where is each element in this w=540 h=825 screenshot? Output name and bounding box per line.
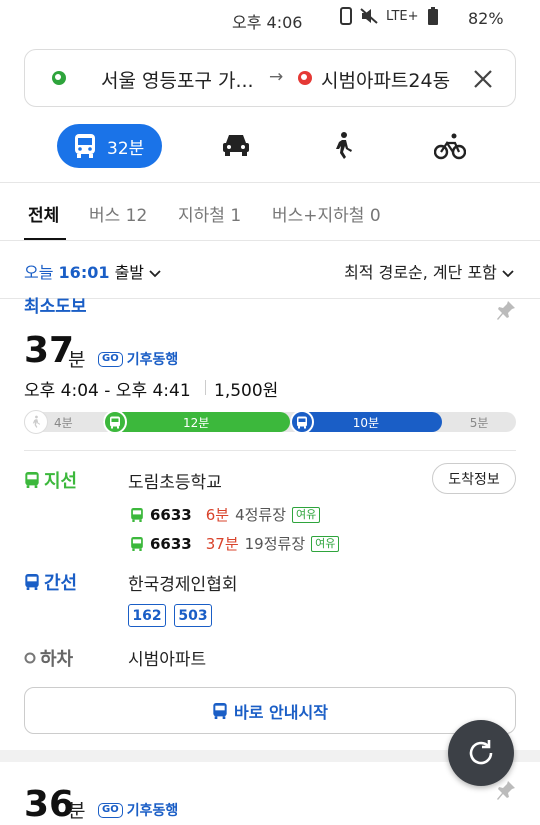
status-icons: LTE+ [340,7,439,25]
go-icon: GO [98,351,123,367]
stage-branch-label: 지선 [44,471,78,492]
start-guidance-button[interactable]: 바로 안내시작 [24,687,516,734]
walk-icon [24,410,48,434]
battery-percent: 82% [468,9,504,28]
route-duration: 37 [24,330,75,371]
status-time: 오후 4:06 [232,13,303,32]
bus-number: 6633 [150,534,192,553]
network-label: LTE+ [386,8,419,24]
mute-icon [360,8,378,24]
start-guidance-label: 바로 안내시작 [234,702,328,722]
stage-trunk-label: 간선 [44,573,78,594]
walk-icon[interactable] [332,131,354,161]
stage-branch: 지선 [24,467,77,493]
bus-eta: 37분 [205,535,239,553]
destination-marker-icon [298,71,312,85]
route-duration-unit: 분 [68,349,86,371]
transfer-stop[interactable]: 한국경제인협회 [128,570,237,595]
climate-pass-label: 기후동행 [126,352,179,368]
bus-number: 6633 [150,505,192,524]
origin-field[interactable]: 서울 영등포구 가... [101,66,254,93]
route-search-box[interactable]: 서울 영등포구 가... → 시범아파트24동 [24,49,516,107]
battery-icon [427,7,438,25]
depart-suffix: 출발 [114,263,145,282]
divider [0,240,540,241]
bus-icon [131,536,143,551]
branch-bus-icon [102,410,127,434]
arrow-icon: → [269,67,284,87]
timeline-walk-segment: 5분 [469,415,489,430]
bus-route-chip[interactable]: 503 [174,604,212,627]
close-icon[interactable] [473,69,493,89]
refresh-icon [469,740,493,765]
mode-transit-button[interactable]: 32분 [57,124,162,168]
bus-icon [25,574,39,590]
origin-marker-icon [52,71,66,85]
route-time-range: 오후 4:04 - 오후 4:41 [24,381,191,401]
bus-icon [213,702,227,719]
bus-arrival-row: 6633 37분 19정류장 여유 [130,533,340,554]
tab-subway[interactable]: 지하철 1 [178,201,241,226]
depart-day: 오늘 [24,263,54,282]
mode-transit-label: 32분 [107,138,145,159]
depart-time: 16:01 [58,263,110,282]
destination-field[interactable]: 시범아파트24동 [321,66,450,93]
divider [0,182,540,183]
bus-icon [75,134,95,158]
tab-bus-subway[interactable]: 버스+지하철 0 [272,201,381,226]
climate-pass-badge: GO 기후동행 [98,349,178,369]
bus-icon [25,472,39,488]
tab-all[interactable]: 전체 [28,201,59,226]
divider [205,380,206,395]
climate-pass-badge: GO 기후동행 [98,800,178,820]
tab-bus[interactable]: 버스 12 [89,201,147,226]
pin-icon[interactable] [496,780,516,802]
status-bar: 오후 4:06 LTE+ 82% [0,0,540,36]
route-timeline-bar: 4분 12분 10분 5분 [24,412,516,432]
boarding-stop[interactable]: 도림초등학교 [128,468,222,493]
bus-stops-away: 4정류장 [235,506,287,524]
chevron-down-icon [502,270,514,278]
car-icon[interactable] [222,132,250,158]
bus-stops-away: 19정류장 [244,535,306,553]
bus-eta: 6분 [205,506,230,524]
depart-time-selector[interactable]: 오늘 16:01 출발 [24,259,161,283]
alight-circle-icon [24,652,36,664]
climate-pass-label: 기후동행 [126,803,179,819]
stage-trunk: 간선 [24,569,77,595]
bus-route-chip[interactable]: 162 [128,604,166,627]
alight-stop[interactable]: 시범아파트 [128,645,206,670]
sort-label: 최적 경로순, 계단 포함 [344,263,497,282]
sort-selector[interactable]: 최적 경로순, 계단 포함 [344,259,514,283]
crowd-status-badge: 여유 [292,506,321,523]
chevron-down-icon [149,270,161,278]
timeline-branch-bus-segment: 12분 [102,412,290,432]
go-icon: GO [98,802,123,818]
divider [24,450,516,451]
refresh-button[interactable] [448,720,514,786]
crowd-status-badge: 여유 [311,535,340,552]
trunk-bus-icon [289,410,314,434]
pin-icon[interactable] [496,300,516,322]
stage-alight-label: 하차 [40,649,74,670]
arrival-info-button[interactable]: 도착정보 [432,463,516,494]
stage-alight: 하차 [24,645,73,671]
phone-icon [340,7,352,25]
bus-arrival-row: 6633 6분 4정류장 여유 [130,504,321,525]
route-badge: 최소도보 [24,297,87,317]
next-route-duration: 36 [24,784,75,825]
route-fare: 1,500원 [214,381,279,401]
bicycle-icon[interactable] [434,132,466,160]
bus-icon [131,507,143,522]
